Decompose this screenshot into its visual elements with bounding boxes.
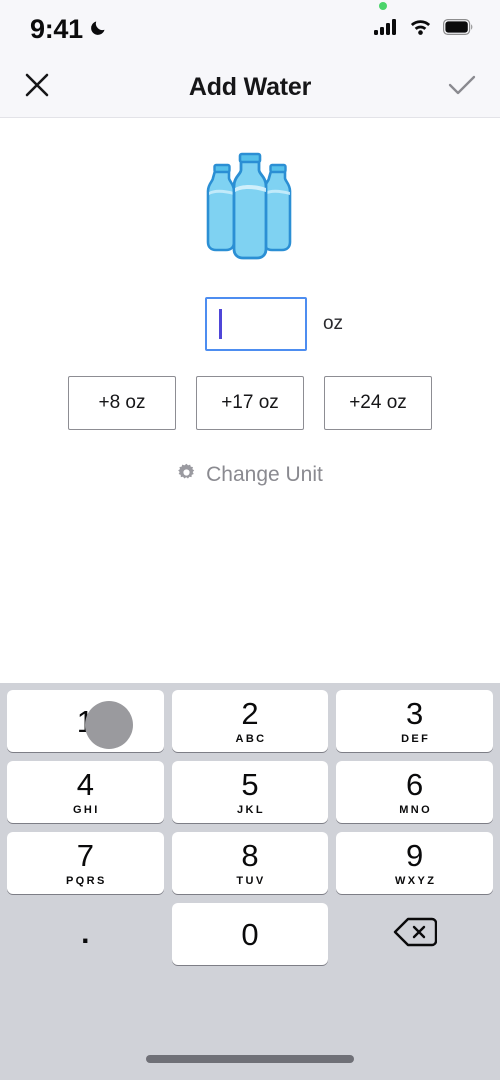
- close-button[interactable]: [24, 72, 66, 103]
- key-letters: PQRS: [65, 874, 107, 887]
- keypad-row: 7 PQRS 8 TUV 9 WXYZ: [3, 832, 497, 903]
- key-digit: 4: [76, 766, 94, 802]
- key-5[interactable]: 5 JKL: [171, 761, 329, 823]
- app-screen: 9:41 Add Water oz +8 oz +17 oz +24 oz Ch…: [0, 0, 500, 1080]
- unit-label: oz: [322, 313, 344, 334]
- key-letters: GHI: [72, 803, 100, 816]
- key-letters: DEF: [401, 732, 431, 745]
- gear-icon: [177, 463, 196, 487]
- key-digit: 0: [241, 916, 259, 952]
- backspace-delete-icon: [393, 916, 437, 953]
- quick-add-button-2[interactable]: +17 oz: [196, 376, 304, 430]
- key-digit: 9: [406, 837, 424, 873]
- key-digit: 2: [241, 695, 259, 731]
- key-digit: 5: [241, 766, 259, 802]
- key-1[interactable]: 1: [7, 690, 164, 752]
- green-status-dot: [379, 2, 387, 10]
- key-9[interactable]: 9 WXYZ: [336, 832, 494, 894]
- home-indicator-bar[interactable]: [146, 1055, 354, 1063]
- quick-add-button-3[interactable]: +24 oz: [324, 376, 432, 430]
- key-6[interactable]: 6 MNO: [336, 761, 494, 823]
- key-letters: TUV: [236, 874, 266, 887]
- status-time: 9:41: [30, 13, 83, 44]
- key-letters: ABC: [235, 732, 267, 745]
- key-letters: JKL: [237, 803, 265, 816]
- key-3[interactable]: 3 DEF: [336, 690, 494, 752]
- amount-entry-row: oz: [157, 297, 343, 351]
- quick-add-button-1[interactable]: +8 oz: [68, 376, 176, 430]
- key-digit: 3: [406, 695, 424, 731]
- key-0[interactable]: 0: [171, 903, 329, 965]
- screen-header: Add Water: [0, 58, 500, 118]
- battery-full-icon: [443, 18, 474, 40]
- numeric-keypad: 1 2 ABC 3 DEF 4 GHI 5 JKL 6 MNO 7 PQRS 8…: [0, 683, 500, 1038]
- text-caret: [218, 309, 222, 339]
- key-digit: 1: [76, 703, 94, 739]
- key-4[interactable]: 4 GHI: [7, 761, 164, 823]
- keypad-row: 1 2 ABC 3 DEF: [3, 690, 497, 761]
- confirm-button[interactable]: [434, 74, 476, 101]
- key-7[interactable]: 7 PQRS: [7, 832, 164, 894]
- water-bottles-icon: [175, 151, 325, 271]
- key-letters: WXYZ: [394, 874, 437, 887]
- keypad-row: 4 GHI 5 JKL 6 MNO: [3, 761, 497, 832]
- key-2[interactable]: 2 ABC: [171, 690, 329, 752]
- keypad-row: . 0: [3, 903, 497, 974]
- key-8[interactable]: 8 TUV: [171, 832, 329, 894]
- key-digit: 8: [241, 837, 259, 873]
- change-unit-button[interactable]: Change Unit: [177, 463, 323, 487]
- status-bar-right: [374, 2, 474, 40]
- cellular-signal-icon: [374, 18, 398, 40]
- key-digit: 6: [406, 766, 424, 802]
- main-content: oz +8 oz +17 oz +24 oz Change Unit: [0, 118, 500, 683]
- key-decimal[interactable]: .: [7, 903, 164, 965]
- quick-add-row: +8 oz +17 oz +24 oz: [68, 376, 432, 430]
- key-digit: .: [81, 917, 90, 950]
- status-bar-left: 9:41: [30, 14, 109, 45]
- key-digit: 7: [76, 837, 94, 873]
- wifi-icon: [409, 18, 432, 40]
- change-unit-label: Change Unit: [206, 463, 323, 486]
- home-indicator-area: [0, 1038, 500, 1080]
- close-x-icon: [24, 72, 50, 103]
- page-title: Add Water: [188, 73, 312, 101]
- key-letters: MNO: [399, 803, 433, 816]
- checkmark-icon: [448, 74, 476, 101]
- status-bar: 9:41: [0, 0, 500, 58]
- moon-icon: [89, 17, 109, 42]
- key-delete[interactable]: [336, 903, 493, 965]
- amount-input[interactable]: [204, 297, 307, 351]
